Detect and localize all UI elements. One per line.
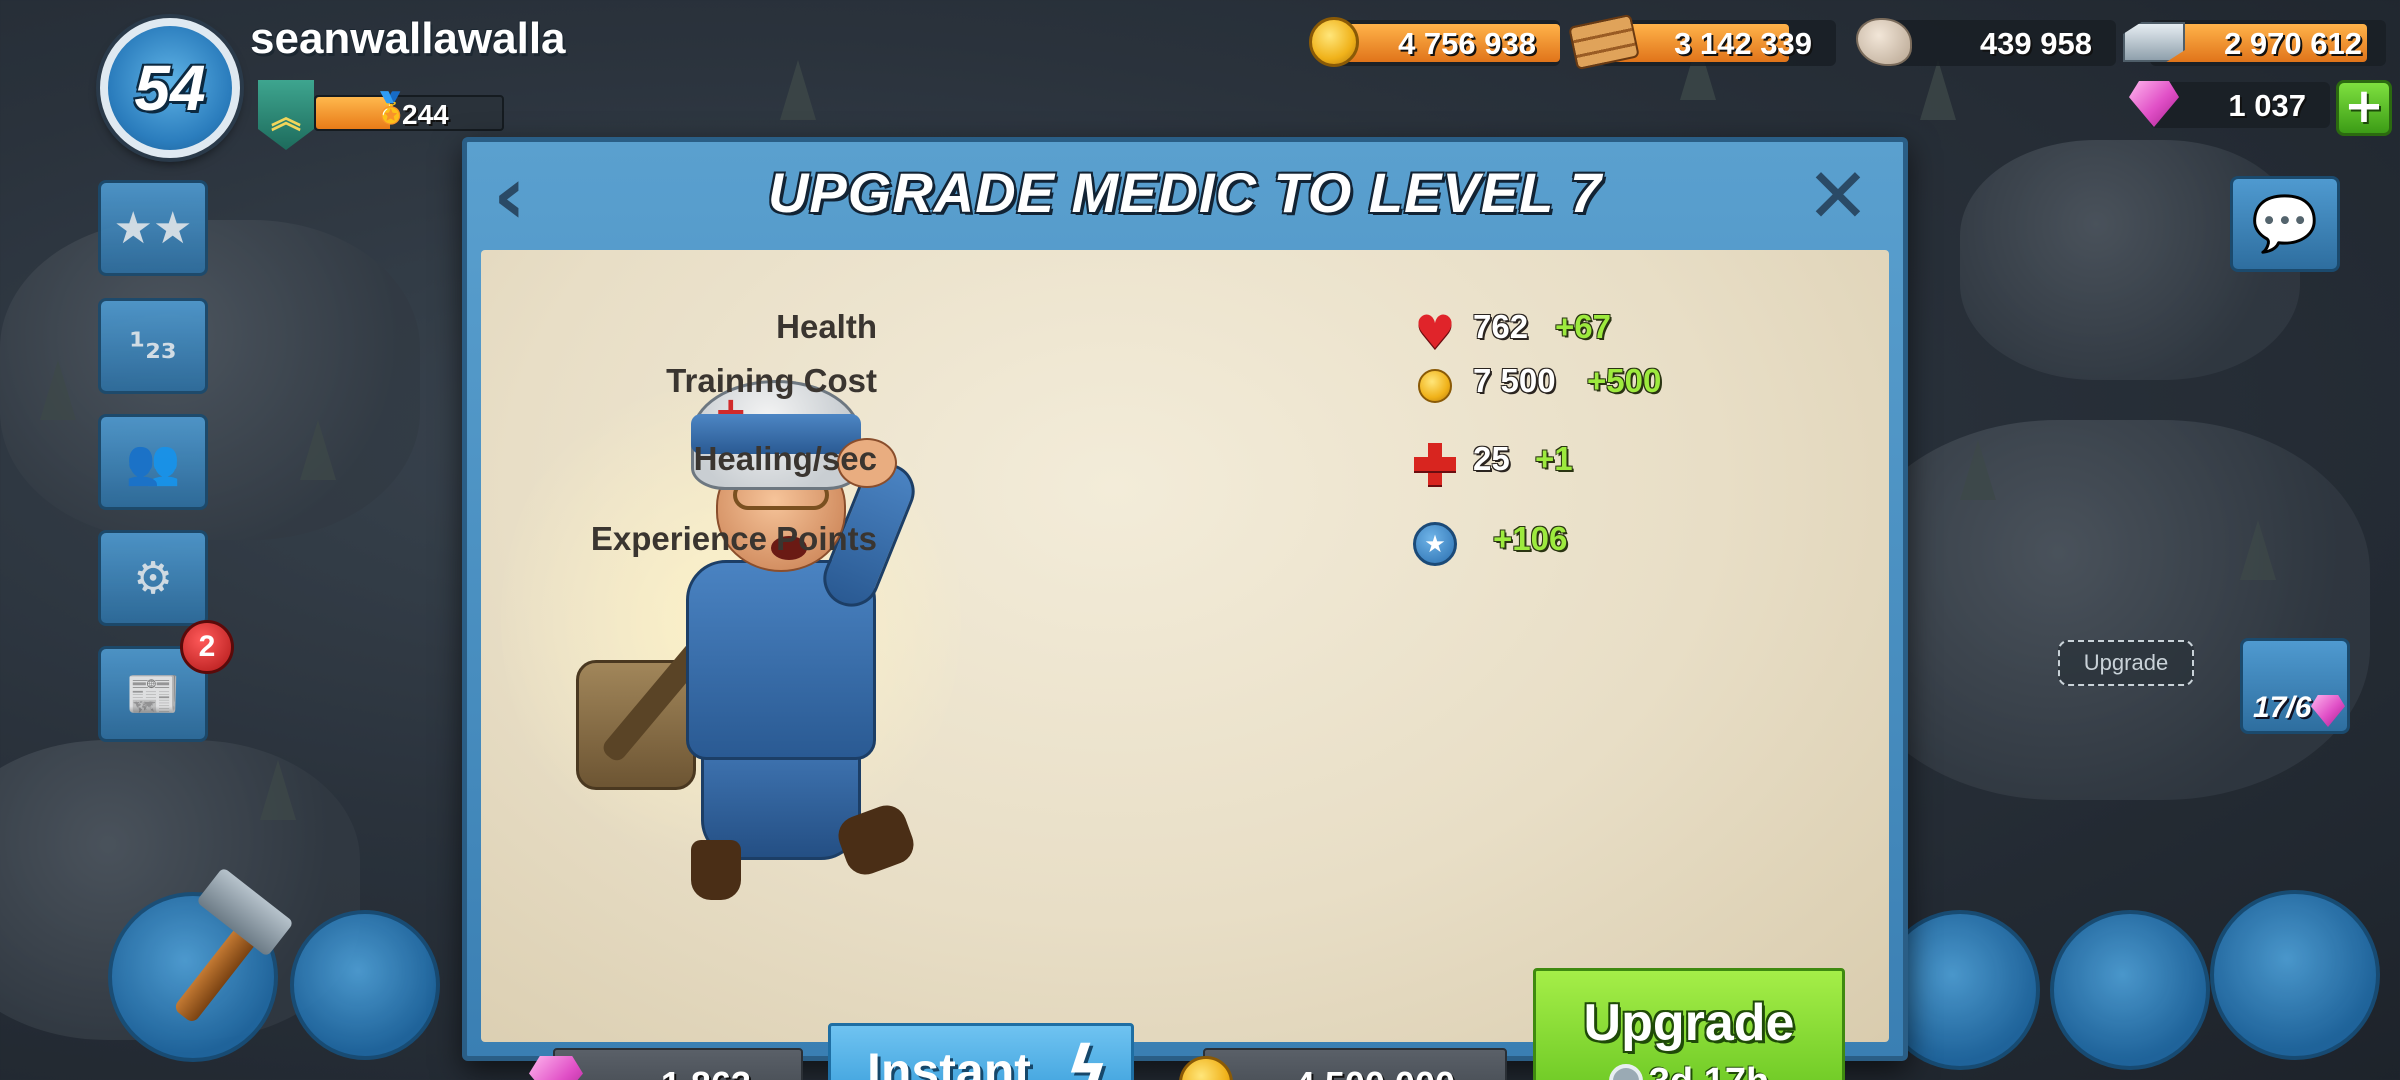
stone-resource[interactable]: 439 958 xyxy=(1856,18,2116,66)
stat-value: 25 xyxy=(1473,440,1510,477)
leaderboard-button[interactable]: ¹₂₃ xyxy=(98,298,208,394)
rank-value: 244 xyxy=(402,99,449,130)
xp-star-icon: ★ xyxy=(1411,520,1459,568)
task-force-icon: 👥 xyxy=(125,437,181,488)
buy-diamonds-button[interactable]: + xyxy=(2336,80,2392,136)
stars-icon: ★★ xyxy=(113,202,193,254)
stat-increase: +500 xyxy=(1587,362,1662,399)
medal-icon: 🏅 xyxy=(372,91,410,126)
stat-increase: +1 xyxy=(1535,440,1573,477)
iron-resource[interactable]: 2 970 612 xyxy=(2123,20,2386,66)
wood-amount: 3 142 339 xyxy=(1674,26,1812,61)
stat-label: Training Cost xyxy=(666,362,877,399)
gold-coin-icon xyxy=(1302,10,1366,74)
gold-amount: 4 756 938 xyxy=(1398,26,1536,61)
wood-resource[interactable]: 3 142 339 xyxy=(1568,13,1836,71)
wood-planks-icon xyxy=(1568,10,1640,74)
diamonds-resource[interactable]: 1 037 xyxy=(2129,81,2330,128)
modal-content: + Health ♥ 762 +67 Training Cost 7 500 +… xyxy=(481,250,1889,1080)
upgrade-time: 3d 17h xyxy=(1649,1061,1769,1080)
stat-label: Health xyxy=(776,308,877,345)
iron-ingot-icon xyxy=(2122,10,2186,74)
player-level: 54 xyxy=(134,52,206,124)
map-button[interactable] xyxy=(2050,910,2210,1070)
rank-progress-bar[interactable]: 🏅 244 xyxy=(314,91,504,131)
stone-icon xyxy=(1852,10,1916,74)
instant-cost: 1 863 xyxy=(661,1064,751,1080)
chat-button[interactable]: 💬 xyxy=(2230,176,2340,272)
upgrade-cost-box: 4 500 000 xyxy=(1179,1048,1507,1080)
stat-row-healing: Healing/sec 25 +1 xyxy=(481,440,1581,490)
gold-coin-icon xyxy=(1179,1056,1233,1080)
upgrade-button[interactable]: Upgrade 3d 17h xyxy=(1533,968,1845,1080)
troop-capacity-button[interactable]: 17/6 xyxy=(2240,638,2350,734)
news-notification-badge: 2 xyxy=(180,620,234,674)
stat-row-health: Health ♥ 762 +67 xyxy=(481,305,1611,359)
building-upgrade-tag[interactable]: Upgrade xyxy=(2058,640,2194,686)
modal-title: Upgrade Medic to Level 7 xyxy=(767,161,1603,224)
upgrade-cost: 4 500 000 xyxy=(1295,1064,1455,1080)
gold-resource[interactable]: 4 756 938 xyxy=(1309,17,1560,67)
star-rating-button[interactable]: ★★ xyxy=(98,180,208,276)
stat-value: 7 500 xyxy=(1473,362,1556,399)
instant-label: Instant xyxy=(867,1043,1031,1080)
stat-row-experience: Experience Points ★ +106 xyxy=(481,520,1581,570)
settings-button[interactable]: ⚙ xyxy=(98,530,208,626)
stat-increase: +67 xyxy=(1555,308,1611,345)
upgrade-modal: ‹ Upgrade Medic to Level 7 ✕ + Health ♥ … xyxy=(462,137,1908,1080)
player-level-badge[interactable]: 54 xyxy=(100,18,240,158)
stat-label: Healing/sec xyxy=(693,440,877,477)
treasure-button[interactable] xyxy=(290,910,440,1060)
stat-increase: +106 xyxy=(1493,520,1568,557)
gear-icon: ⚙ xyxy=(133,552,173,604)
diamond-icon xyxy=(529,1056,583,1080)
heart-icon: ♥ xyxy=(1414,305,1456,359)
stat-row-training-cost: Training Cost 7 500 +500 xyxy=(481,362,1661,412)
instant-cost-box: 1 863 xyxy=(529,1048,803,1080)
troop-count: 17/6 xyxy=(2253,691,2312,724)
compass-button[interactable] xyxy=(2210,890,2380,1060)
newspaper-icon: 📰 xyxy=(125,669,181,720)
hammer-icon xyxy=(140,866,300,1030)
player-name[interactable]: seanwallawalla xyxy=(250,14,566,64)
task-force-button[interactable]: 👥 xyxy=(98,414,208,510)
chat-bubble-icon: 💬 xyxy=(2251,192,2319,255)
medic-hero-illustration: + xyxy=(501,340,961,900)
red-cross-icon xyxy=(1411,440,1459,488)
iron-amount: 2 970 612 xyxy=(2224,26,2362,61)
lightning-bolt-icon: ϟ xyxy=(1065,1032,1109,1080)
upgrade-time-row: 3d 17h xyxy=(1536,1061,1842,1080)
stat-label: Experience Points xyxy=(590,520,877,557)
close-icon: ✕ xyxy=(1806,151,1870,240)
diamonds-amount: 1 037 xyxy=(2228,88,2306,123)
stopwatch-icon xyxy=(1608,1064,1643,1080)
stone-amount: 439 958 xyxy=(1979,26,2092,61)
coin-icon xyxy=(1411,362,1459,410)
leaderboard-icon: ¹₂₃ xyxy=(129,325,177,367)
upgrade-label: Upgrade xyxy=(1583,994,1795,1052)
diamond-icon xyxy=(2122,72,2186,136)
diamond-icon xyxy=(2311,695,2345,727)
close-button[interactable]: ✕ xyxy=(1803,158,1873,234)
stat-value: 762 xyxy=(1473,308,1529,345)
instant-button[interactable]: Instant ϟ xyxy=(828,1023,1134,1080)
